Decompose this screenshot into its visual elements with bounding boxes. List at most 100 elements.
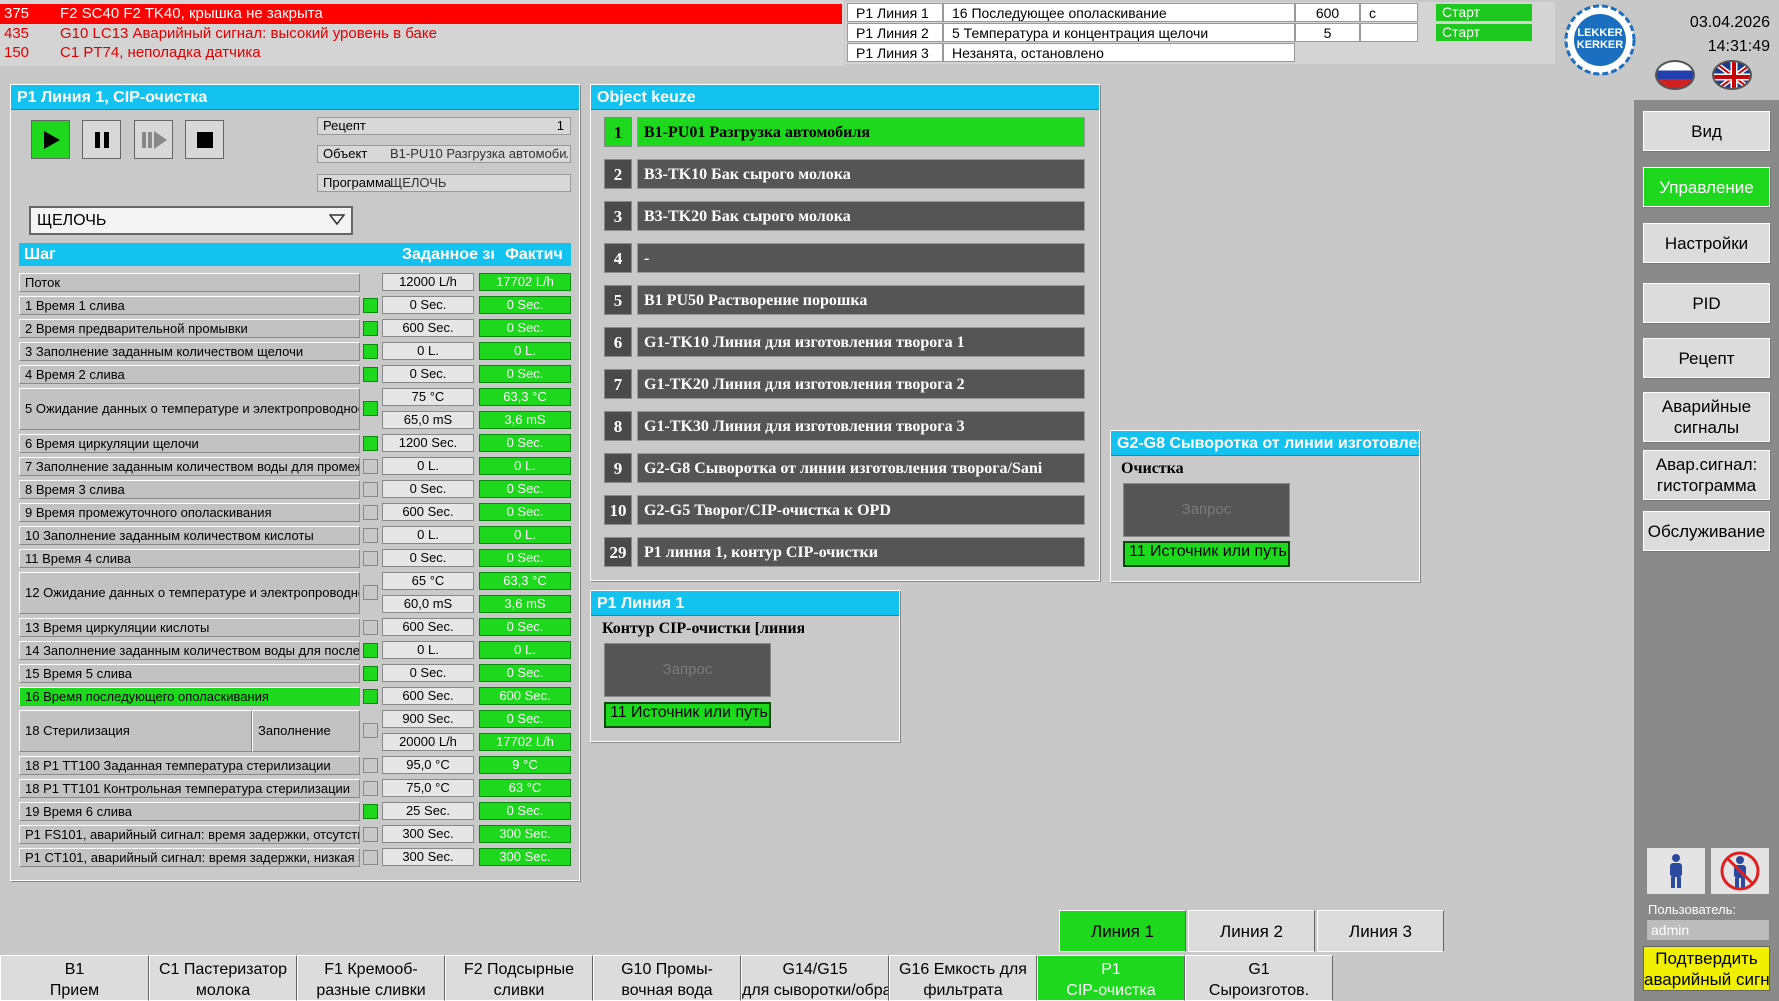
start-button-line1[interactable]: Старт	[1436, 4, 1532, 21]
alarm-list[interactable]: 375 F2 SC40 F2 TK40, крышка не закрыта 4…	[0, 0, 844, 66]
pause-button[interactable]	[82, 120, 121, 159]
nav-control[interactable]: Управление	[1643, 167, 1770, 207]
step-label[interactable]: P1 CT101, аварийный сигнал: время задерж…	[19, 848, 360, 867]
step-setpoint[interactable]: 0 Sec.	[382, 664, 474, 682]
user-login-button[interactable]	[1646, 847, 1706, 895]
step-setpoint-2[interactable]: 60,0 mS	[382, 595, 474, 613]
nav-pid[interactable]: PID	[1643, 283, 1770, 323]
tab-c1-pasteurizer[interactable]: C1 Пастеризатор молока	[149, 955, 297, 1001]
step-label[interactable]: 12 Ожидание данных о температуре и элект…	[19, 572, 360, 614]
alarm-row[interactable]: 435 G10 LC13 Аварийный сигнал: высокий у…	[0, 24, 842, 44]
tab-g16-filtrate[interactable]: G16 Емкость для фильтрата	[889, 955, 1037, 1001]
step-setpoint[interactable]: 75 °C	[382, 388, 474, 406]
object-button[interactable]: B1-PU01 Разгрузка автомобиля	[637, 117, 1085, 147]
step-label[interactable]: 6 Время циркуляции щелочи	[19, 434, 360, 453]
step-setpoint[interactable]: 0 Sec.	[382, 549, 474, 567]
object-number[interactable]: 5	[604, 285, 632, 315]
source-field[interactable]: 11 Источник или путь	[604, 702, 771, 728]
step-setpoint[interactable]: 600 Sec.	[382, 503, 474, 521]
step-label[interactable]: 11 Время 4 слива	[19, 549, 360, 568]
object-number[interactable]: 3	[604, 201, 632, 231]
play-button[interactable]	[31, 120, 70, 159]
step-label[interactable]: 1 Время 1 слива	[19, 296, 360, 315]
alarm-row[interactable]: 150 C1 PT74, неполадка датчика	[0, 43, 842, 63]
source-field[interactable]: 11 Источник или путь	[1123, 541, 1290, 567]
step-label[interactable]: 18 P1 TT101 Контрольная температура стер…	[19, 779, 360, 798]
step-setpoint[interactable]: 25 Sec.	[382, 802, 474, 820]
object-button[interactable]: G2-G5 Творог/CIP-очистка к OPD	[637, 495, 1085, 525]
step-setpoint[interactable]: 600 Sec.	[382, 618, 474, 636]
object-number[interactable]: 6	[604, 327, 632, 357]
next-step-button[interactable]	[134, 120, 173, 159]
tab-g10-rinse-water[interactable]: G10 Промы- вочная вода	[593, 955, 741, 1001]
tab-f1-cream[interactable]: F1 Кремооб- разные сливки	[297, 955, 445, 1001]
tab-g14-g15-whey[interactable]: G14/G15 для сыворотки/обрата	[741, 955, 889, 1001]
step-setpoint[interactable]: 0 Sec.	[382, 296, 474, 314]
step-label[interactable]: 13 Время циркуляции кислоты	[19, 618, 360, 637]
nav-service[interactable]: Обслуживание	[1643, 511, 1770, 551]
step-setpoint[interactable]: 0 Sec.	[382, 365, 474, 383]
step-setpoint[interactable]: 95,0 °C	[382, 756, 474, 774]
request-button[interactable]: Запрос	[1123, 483, 1290, 537]
step-label[interactable]: 18 Стерилизация	[19, 710, 252, 752]
step-label[interactable]: 9 Время промежуточного ополаскивания	[19, 503, 360, 522]
object-button[interactable]: -	[637, 243, 1085, 273]
tab-line-1[interactable]: Линия 1	[1059, 910, 1186, 952]
step-setpoint[interactable]: 75,0 °C	[382, 779, 474, 797]
step-label[interactable]: 2 Время предварительной промывки	[19, 319, 360, 338]
step-setpoint[interactable]: 900 Sec.	[382, 710, 474, 728]
confirm-alarm-button[interactable]: Подтвердить аварийный сигнал	[1643, 946, 1770, 991]
step-label[interactable]: 3 Заполнение заданным количеством щелочи	[19, 342, 360, 361]
step-setpoint[interactable]: 600 Sec.	[382, 687, 474, 705]
object-button[interactable]: G2-G8 Сыворотка от линии изготовления тв…	[637, 453, 1085, 483]
tab-p1-cip[interactable]: P1 CIP-очистка	[1037, 955, 1185, 1001]
tab-line-2[interactable]: Линия 2	[1188, 910, 1315, 952]
step-label[interactable]: Поток	[19, 273, 360, 292]
step-label[interactable]: 15 Время 5 слива	[19, 664, 360, 683]
step-sublabel[interactable]: Заполнение	[252, 710, 360, 752]
tab-f2-whey-cream[interactable]: F2 Подсырные сливки	[445, 955, 593, 1001]
step-label[interactable]: 5 Ожидание данных о температуре и электр…	[19, 388, 360, 430]
tab-g1-cheese[interactable]: G1 Сыроизготов.	[1185, 955, 1333, 1001]
step-label[interactable]: P1 FS101, аварийный сигнал: время задерж…	[19, 825, 360, 844]
request-button[interactable]: Запрос	[604, 643, 771, 697]
object-button[interactable]: B1 PU50 Растворение порошка	[637, 285, 1085, 315]
object-button[interactable]: P1 линия 1, контур CIP-очистки	[637, 537, 1085, 567]
nav-alarms[interactable]: Аварийные сигналы	[1643, 392, 1770, 442]
step-setpoint[interactable]: 300 Sec.	[382, 825, 474, 843]
object-button[interactable]: G1-TK30 Линия для изготовления творога 3	[637, 411, 1085, 441]
step-label[interactable]: 19 Время 6 слива	[19, 802, 360, 821]
object-button[interactable]: G1-TK10 Линия для изготовления творога 1	[637, 327, 1085, 357]
step-setpoint[interactable]: 0 L.	[382, 342, 474, 360]
nav-recipe[interactable]: Рецепт	[1643, 338, 1770, 378]
object-number[interactable]: 10	[604, 495, 632, 525]
step-label[interactable]: 16 Время последующего ополаскивания	[19, 687, 360, 706]
object-number[interactable]: 29	[604, 537, 632, 567]
step-setpoint[interactable]: 300 Sec.	[382, 848, 474, 866]
object-button[interactable]: B3-TK10 Бак сырого молока	[637, 159, 1085, 189]
step-label[interactable]: 7 Заполнение заданным количеством воды д…	[19, 457, 360, 476]
step-label[interactable]: 4 Время 2 слива	[19, 365, 360, 384]
english-flag-icon[interactable]	[1712, 60, 1752, 90]
alarm-row[interactable]: 375 F2 SC40 F2 TK40, крышка не закрыта	[0, 4, 842, 24]
step-setpoint[interactable]: 0 L.	[382, 641, 474, 659]
object-button[interactable]: G1-TK20 Линия для изготовления творога 2	[637, 369, 1085, 399]
nav-view[interactable]: Вид	[1643, 111, 1770, 151]
step-label[interactable]: 18 P1 TT100 Заданная температура стерили…	[19, 756, 360, 775]
step-setpoint[interactable]: 0 L.	[382, 526, 474, 544]
object-number[interactable]: 7	[604, 369, 632, 399]
nav-settings[interactable]: Настройки	[1643, 223, 1770, 263]
object-number[interactable]: 1	[604, 117, 632, 147]
start-button-line2[interactable]: Старт	[1436, 24, 1532, 41]
object-number[interactable]: 4	[604, 243, 632, 273]
nav-alarm-histogram[interactable]: Авар.сигнал: гистограмма	[1643, 450, 1770, 500]
object-button[interactable]: B3-TK20 Бак сырого молока	[637, 201, 1085, 231]
tab-line-3[interactable]: Линия 3	[1317, 910, 1444, 952]
step-label[interactable]: 8 Время 3 слива	[19, 480, 360, 499]
step-label[interactable]: 14 Заполнение заданным количеством воды …	[19, 641, 360, 660]
stop-button[interactable]	[185, 120, 224, 159]
user-logout-button[interactable]	[1710, 847, 1770, 895]
step-setpoint[interactable]: 1200 Sec.	[382, 434, 474, 452]
step-setpoint[interactable]: 0 L.	[382, 457, 474, 475]
object-number[interactable]: 8	[604, 411, 632, 441]
